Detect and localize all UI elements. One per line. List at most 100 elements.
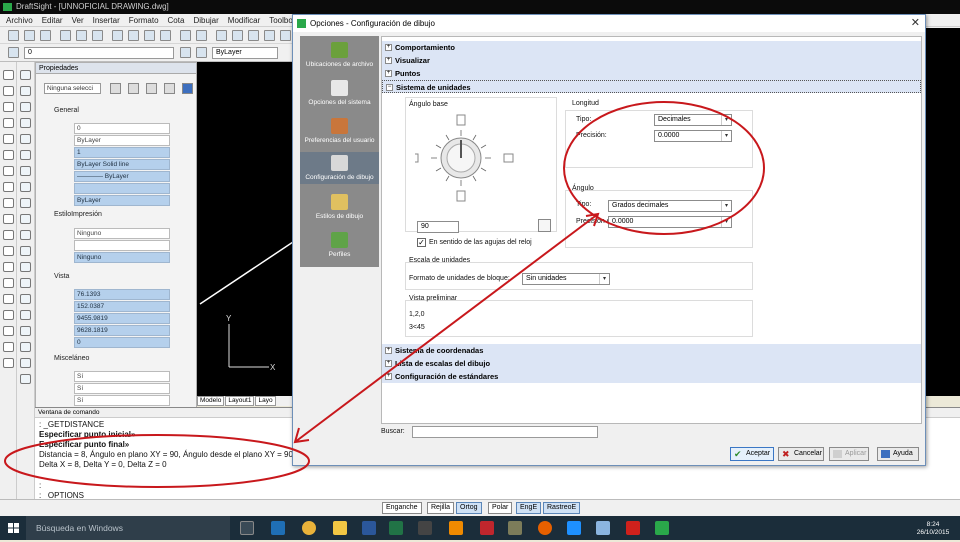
cut-icon[interactable] xyxy=(112,30,123,41)
sidebar-item-file-locations[interactable]: Ubicaciones de archivo xyxy=(300,42,379,68)
paste-icon[interactable] xyxy=(144,30,155,41)
search-icon[interactable] xyxy=(92,30,103,41)
angle-270-button[interactable] xyxy=(456,190,466,202)
trim-tool-icon[interactable] xyxy=(20,214,31,224)
prop-linescale[interactable]: 1 xyxy=(74,147,170,158)
layer-state-icon[interactable] xyxy=(180,47,191,58)
polygon-tool-icon[interactable] xyxy=(3,102,14,112)
rotate-tool-icon[interactable] xyxy=(20,166,31,176)
polar-toggle[interactable]: Polar xyxy=(488,502,513,514)
selection-combo[interactable]: Ninguna selecci xyxy=(44,83,101,94)
insert-block-tool-icon[interactable] xyxy=(3,342,14,352)
block-tool-icon[interactable] xyxy=(3,230,14,240)
task-view-icon[interactable] xyxy=(240,521,254,535)
prop-ucs-origin[interactable]: Sí xyxy=(74,383,170,394)
dimension-tool-icon[interactable] xyxy=(20,342,31,352)
align-tool-icon[interactable] xyxy=(20,310,31,320)
wipeout-tool-icon[interactable] xyxy=(3,326,14,336)
tree-item-scale-list[interactable]: + Lista de escalas del dibujo xyxy=(382,357,921,370)
tab-layout1[interactable]: Layout1 xyxy=(225,396,255,406)
join-tool-icon[interactable] xyxy=(20,358,31,368)
prop-ucs-viewport[interactable]: Sí xyxy=(74,395,170,406)
chamfer-tool-icon[interactable] xyxy=(20,262,31,272)
new-file-icon[interactable] xyxy=(8,30,19,41)
move-tool-icon[interactable] xyxy=(20,150,31,160)
text-tool-icon[interactable] xyxy=(3,278,14,288)
prop-center-z[interactable]: 0 xyxy=(74,337,170,348)
expand-icon[interactable]: + xyxy=(385,44,392,51)
tree-item-coordinate-system[interactable]: + Sistema de coordenadas xyxy=(382,344,921,357)
open-file-icon[interactable] xyxy=(24,30,35,41)
quick-select-icon[interactable] xyxy=(128,83,139,94)
note-tool-icon[interactable] xyxy=(3,294,14,304)
acrobat-icon[interactable] xyxy=(626,521,640,535)
line-tool-icon[interactable] xyxy=(3,70,14,80)
calculator-icon[interactable] xyxy=(418,521,432,535)
circle-tool-icon[interactable] xyxy=(3,150,14,160)
prop-layer[interactable]: ByLayer xyxy=(74,135,170,146)
match-properties-icon[interactable] xyxy=(160,30,171,41)
prop-center-y[interactable]: 152.0387 xyxy=(74,301,170,312)
snap-toggle[interactable]: Enganche xyxy=(382,502,422,514)
prop-center-x[interactable]: 76.1393 xyxy=(74,289,170,300)
app-blue-icon[interactable] xyxy=(567,521,581,535)
tab-layout2[interactable]: Layo xyxy=(255,396,276,406)
layer-combo[interactable]: 0 xyxy=(24,47,174,59)
expand-icon[interactable]: + xyxy=(385,373,392,380)
block-units-select[interactable]: Sin unidades ▾ xyxy=(522,273,610,285)
break-tool-icon[interactable] xyxy=(20,246,31,256)
layer-manager-icon[interactable] xyxy=(8,47,19,58)
expand-icon[interactable]: + xyxy=(385,360,392,367)
revision-cloud-tool-icon[interactable] xyxy=(3,310,14,320)
prop-width[interactable]: 9628.1819 xyxy=(74,325,170,336)
excel-icon[interactable] xyxy=(389,521,403,535)
prop-ucs-on[interactable]: Sí xyxy=(74,371,170,382)
color-combo[interactable]: ByLayer xyxy=(212,47,278,59)
arc-tool-icon[interactable] xyxy=(3,134,14,144)
file-explorer-icon[interactable] xyxy=(333,521,347,535)
mirror-tool-icon[interactable] xyxy=(20,102,31,112)
hatch-tool-icon[interactable] xyxy=(3,214,14,224)
toggle-pickadd-icon[interactable] xyxy=(146,83,157,94)
print-preview-icon[interactable] xyxy=(76,30,87,41)
firefox-icon[interactable] xyxy=(538,521,552,535)
tree-item-unit-system[interactable]: − Sistema de unidades xyxy=(382,80,921,93)
search-input[interactable] xyxy=(412,426,598,438)
pattern-tool-icon[interactable] xyxy=(20,134,31,144)
infinite-line-tool-icon[interactable] xyxy=(3,86,14,96)
prop-height[interactable]: 9455.9819 xyxy=(74,313,170,324)
prop-lineweight[interactable]: ———— ByLayer xyxy=(74,171,170,182)
polyline-tool-icon[interactable] xyxy=(3,358,14,368)
collapse-icon[interactable]: − xyxy=(386,84,393,91)
expand-icon[interactable]: + xyxy=(385,347,392,354)
angle-dim-tool-icon[interactable] xyxy=(20,374,31,384)
lengthen-tool-icon[interactable] xyxy=(20,326,31,336)
angle-0-button[interactable] xyxy=(503,153,514,163)
zoom-window-icon[interactable] xyxy=(248,30,259,41)
chrome-icon[interactable] xyxy=(302,521,316,535)
sidebar-item-drawing-settings[interactable]: Configuración de dibujo xyxy=(300,152,379,184)
menu-dibujar[interactable]: Dibujar xyxy=(193,16,218,25)
menu-cota[interactable]: Cota xyxy=(168,16,185,25)
vlc-icon[interactable] xyxy=(449,521,463,535)
help-icon[interactable] xyxy=(182,83,193,94)
zoom-previous-icon[interactable] xyxy=(280,30,291,41)
menu-modificar[interactable]: Modificar xyxy=(228,16,260,25)
offset-tool-icon[interactable] xyxy=(20,118,31,128)
edge-icon[interactable] xyxy=(271,521,285,535)
sidebar-item-system-options[interactable]: Opciones del sistema xyxy=(300,80,379,106)
ellipse-tool-icon[interactable] xyxy=(3,182,14,192)
sidebar-item-drawing-styles[interactable]: Estilos de dibujo xyxy=(300,194,379,220)
tree-item-points[interactable]: + Puntos xyxy=(382,67,921,80)
angle-180-button[interactable] xyxy=(415,153,419,163)
prop-color[interactable]: 0 xyxy=(74,123,170,134)
erase-tool-icon[interactable] xyxy=(20,70,31,80)
region-tool-icon[interactable] xyxy=(3,246,14,256)
spline-tool-icon[interactable] xyxy=(3,166,14,176)
help-button[interactable]: Ayuda xyxy=(877,447,919,461)
prop-linestyle[interactable]: ByLayer Solid line xyxy=(74,159,170,170)
system-clock[interactable]: 8:24 26/10/2015 xyxy=(910,516,956,540)
fillet-tool-icon[interactable] xyxy=(20,278,31,288)
angle-90-button[interactable] xyxy=(456,114,466,126)
app-red-icon[interactable] xyxy=(480,521,494,535)
